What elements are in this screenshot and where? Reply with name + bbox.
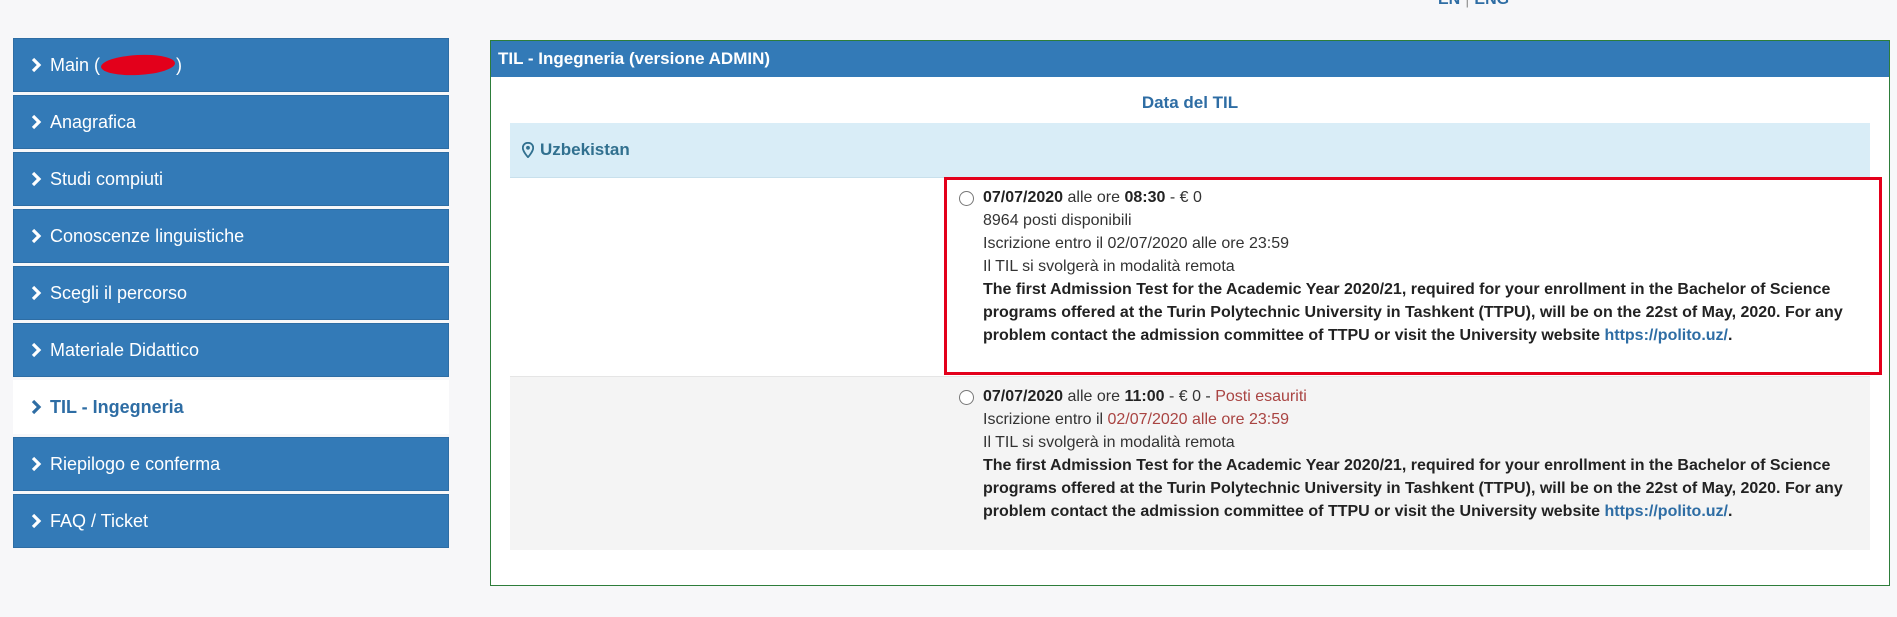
session-at-hours: alle ore — [1067, 388, 1121, 405]
sold-out-badge: Posti esauriti — [1215, 388, 1307, 405]
session-datetime: 07/07/2020 alle ore 11:00 - € 0 - Posti … — [983, 385, 1860, 408]
session-option: 07/07/2020 alle ore 11:00 - € 0 - Posti … — [510, 376, 1870, 550]
chevron-right-icon — [30, 54, 48, 76]
enroll-date: 02/07/2020 alle ore 23:59 — [1107, 235, 1289, 252]
sidebar-item-scegli-percorso[interactable]: Scegli il percorso — [13, 266, 449, 320]
sidebar-item-studi-compiuti[interactable]: Studi compiuti — [13, 152, 449, 206]
chevron-right-icon — [30, 168, 48, 190]
session-price: - € 0 — [1169, 189, 1202, 206]
chevron-right-icon — [30, 282, 48, 304]
session-radio[interactable] — [959, 191, 974, 206]
session-enroll-deadline: Iscrizione entro il 02/07/2020 alle ore … — [983, 232, 1860, 255]
session-radio[interactable] — [959, 390, 974, 405]
sidebar-item-label: Conoscenze linguistiche — [50, 225, 245, 246]
chevron-right-icon — [30, 510, 48, 532]
country-name: Uzbekistan — [540, 140, 630, 159]
sidebar-item-label: Anagrafica — [50, 111, 137, 132]
link-suffix: . — [1728, 503, 1733, 520]
sidebar-item-label: Materiale Didattico — [50, 339, 200, 360]
chevron-right-icon — [30, 225, 48, 247]
panel-title: TIL - Ingegneria (versione ADMIN) — [491, 41, 1889, 77]
session-description: The first Admission Test for the Academi… — [983, 454, 1860, 523]
chevron-right-icon — [30, 339, 48, 361]
lang-separator: | — [1460, 0, 1474, 8]
session-at-hours: alle ore — [1067, 189, 1121, 206]
session-date: 07/07/2020 — [983, 388, 1064, 405]
sidebar-item-anagrafica[interactable]: Anagrafica — [13, 95, 449, 149]
session-enroll-deadline: Iscrizione entro il 02/07/2020 alle ore … — [983, 408, 1860, 431]
sidebar-item-main[interactable]: Main () — [13, 38, 449, 92]
panel-body: Data del TIL Uzbekistan 07/07/2020 alle … — [491, 77, 1889, 550]
map-marker-icon — [521, 141, 535, 159]
chevron-right-icon — [30, 111, 48, 133]
session-datetime: 07/07/2020 alle ore 08:30 - € 0 — [983, 186, 1860, 209]
sidebar-item-materiale-didattico[interactable]: Materiale Didattico — [13, 323, 449, 377]
sidebar-item-faq-ticket[interactable]: FAQ / Ticket — [13, 494, 449, 548]
session-seats: 8964 posti disponibili — [983, 212, 1132, 229]
session-time: 08:30 — [1124, 189, 1166, 206]
university-website-link[interactable]: https://polito.uz/ — [1604, 503, 1728, 520]
university-website-link[interactable]: https://polito.uz/ — [1604, 327, 1728, 344]
chevron-right-icon — [30, 396, 48, 418]
section-title: Data del TIL — [1141, 93, 1239, 112]
session-date: 07/07/2020 — [983, 189, 1064, 206]
til-panel: TIL - Ingegneria (versione ADMIN) Data d… — [490, 40, 1890, 586]
enroll-prefix: Iscrizione entro il — [983, 411, 1104, 428]
sidebar-item-label: FAQ / Ticket — [50, 510, 149, 531]
enroll-date: 02/07/2020 alle ore 23:59 — [1107, 411, 1289, 428]
link-suffix: . — [1728, 327, 1733, 344]
session-mode: Il TIL si svolgerà in modalità remota — [983, 434, 1235, 451]
session-description: The first Admission Test for the Academi… — [983, 278, 1860, 347]
lang-link-eng[interactable]: ENG — [1474, 0, 1509, 8]
sidebar-item-conoscenze-linguistiche[interactable]: Conoscenze linguistiche — [13, 209, 449, 263]
enroll-prefix: Iscrizione entro il — [983, 235, 1104, 252]
chevron-right-icon — [30, 453, 48, 475]
sidebar-item-til-ingegneria[interactable]: TIL - Ingegneria — [13, 380, 449, 434]
sidebar-item-label: Scegli il percorso — [50, 282, 188, 303]
sidebar-item-label: Riepilogo e conferma — [50, 453, 221, 474]
country-header: Uzbekistan — [510, 123, 1870, 178]
sidebar-item-label-end: ) — [176, 54, 183, 75]
session-time: 11:00 — [1124, 388, 1165, 405]
sidebar-item-label: Main ( — [50, 54, 101, 75]
redaction-mark — [100, 53, 176, 77]
sidebar-item-riepilogo-conferma[interactable]: Riepilogo e conferma — [13, 437, 449, 491]
sidebar-nav: Main () Anagrafica Studi compiuti Conosc… — [13, 38, 449, 551]
sidebar-item-label: Studi compiuti — [50, 168, 164, 189]
session-option: 07/07/2020 alle ore 08:30 - € 0 8964 pos… — [510, 178, 1870, 376]
language-links: EN|ENG — [1438, 0, 1509, 9]
sidebar-item-label: TIL - Ingegneria — [50, 396, 184, 417]
lang-link-en[interactable]: EN — [1438, 0, 1460, 8]
session-price: - € 0 - — [1168, 388, 1211, 405]
session-mode: Il TIL si svolgerà in modalità remota — [983, 258, 1235, 275]
